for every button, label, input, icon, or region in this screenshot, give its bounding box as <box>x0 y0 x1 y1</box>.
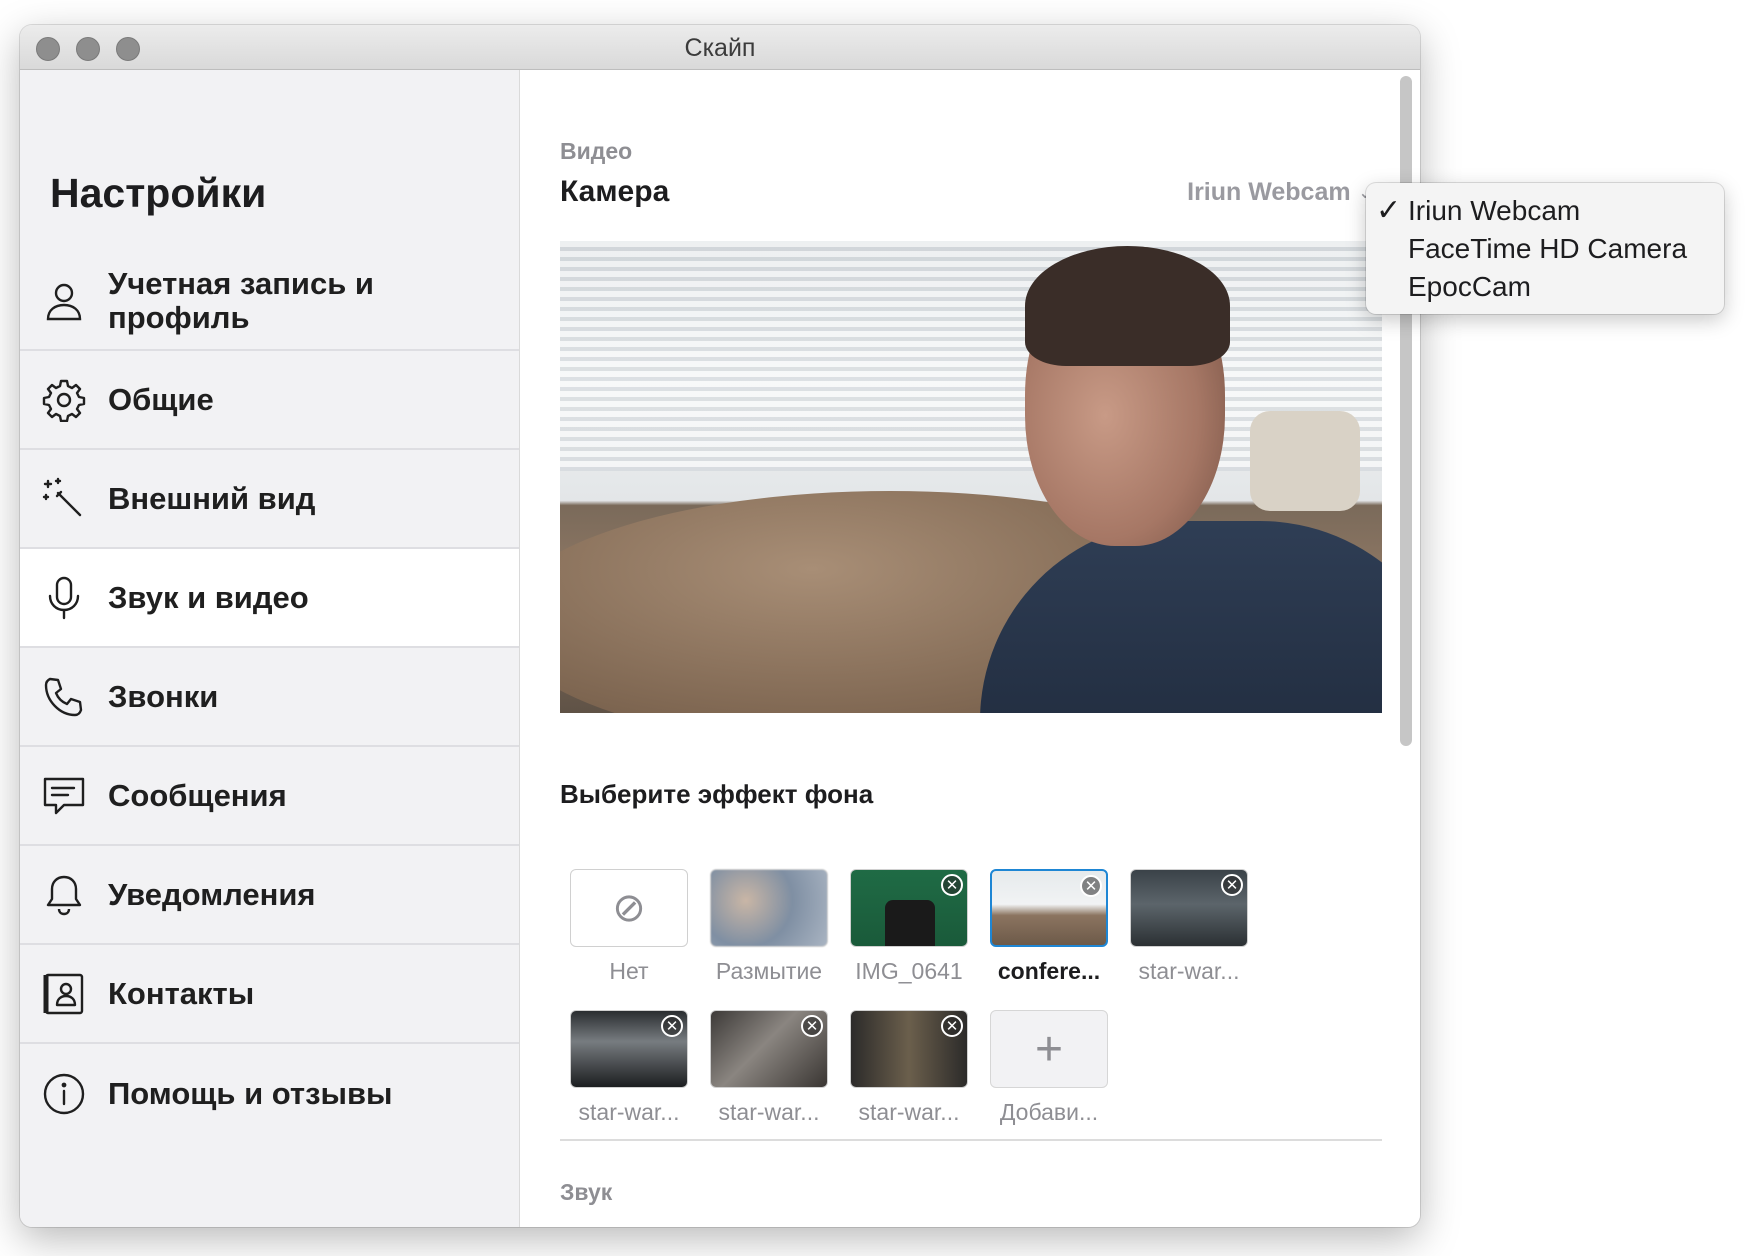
sidebar-item-label: Звук и видео <box>108 579 309 615</box>
preview-person-hair <box>1025 246 1230 366</box>
camera-option[interactable]: FaceTime HD Camera <box>1408 233 1687 265</box>
remove-background-icon[interactable]: ✕ <box>661 1015 683 1037</box>
camera-option[interactable]: EpocCam <box>1408 271 1531 303</box>
remove-background-icon[interactable]: ✕ <box>1221 874 1243 896</box>
background-effect-title: Выберите эффект фона <box>560 779 874 809</box>
background-tile-star-wars-4[interactable]: ✕ <box>850 1010 968 1088</box>
background-tile-star-wars-2[interactable]: ✕ <box>570 1010 688 1088</box>
no-symbol-icon: ⊘ <box>612 886 646 930</box>
sidebar-item-notifications[interactable]: Уведомления <box>20 846 519 945</box>
audio-section-title: Звук <box>560 1179 613 1205</box>
camera-select[interactable]: Iriun Webcam⌄ <box>1120 178 1372 207</box>
background-caption: star-war... <box>718 1099 820 1125</box>
video-section-title: Видео <box>560 138 633 164</box>
background-caption: Нет <box>609 958 649 984</box>
sidebar-item-contacts[interactable]: Контакты <box>20 945 519 1044</box>
plus-icon: + <box>1034 1022 1064 1076</box>
background-tile-none[interactable]: ⊘ <box>570 869 688 947</box>
background-tile-blur[interactable] <box>710 869 828 947</box>
settings-window: Скайп Настройки Учетная запись и профиль <box>20 25 1420 1227</box>
camera-label: Камера <box>560 175 670 208</box>
phone-icon <box>42 675 86 719</box>
camera-preview <box>560 241 1382 713</box>
info-icon <box>42 1072 86 1116</box>
sidebar-item-label: Сообщения <box>108 777 287 813</box>
background-caption: confere... <box>997 958 1101 984</box>
person-icon <box>42 279 86 323</box>
sidebar-item-label: Помощь и отзывы <box>108 1075 393 1111</box>
sidebar-item-general[interactable]: Общие <box>20 351 519 450</box>
microphone-icon <box>42 576 86 620</box>
remove-background-icon[interactable]: ✕ <box>801 1015 823 1037</box>
contacts-icon <box>42 972 86 1016</box>
background-caption: IMG_0641 <box>855 958 963 984</box>
sidebar-item-audio-video[interactable]: Звук и видео <box>20 549 519 648</box>
sidebar-item-label: Внешний вид <box>108 480 316 516</box>
sidebar-title: Настройки <box>50 170 267 216</box>
remove-background-icon[interactable]: ✕ <box>1080 875 1102 897</box>
background-caption: star-war... <box>578 1099 680 1125</box>
camera-select-value: Iriun Webcam <box>1187 178 1351 206</box>
title-bar: Скайп <box>20 25 1420 70</box>
background-tile-star-wars-1[interactable]: ✕ <box>1130 869 1248 947</box>
settings-nav: Учетная запись и профиль Общие Внешний в… <box>20 252 519 1143</box>
remove-background-icon[interactable]: ✕ <box>941 1015 963 1037</box>
settings-content: Видео Камера Iriun Webcam⌄ Выберите эффе… <box>520 70 1420 1227</box>
sidebar-item-messages[interactable]: Сообщения <box>20 747 519 846</box>
sidebar-item-help[interactable]: Помощь и отзывы <box>20 1044 519 1143</box>
scrollbar-thumb[interactable] <box>1400 76 1412 746</box>
gear-icon <box>42 378 86 422</box>
section-divider <box>560 1139 1382 1141</box>
sidebar-item-label: Учетная запись и профиль <box>108 265 374 335</box>
background-caption: Размытие <box>715 958 823 984</box>
sidebar-item-label: Контакты <box>108 975 255 1011</box>
bell-icon <box>42 873 86 917</box>
sidebar-item-calls[interactable]: Звонки <box>20 648 519 747</box>
sidebar-item-label: Уведомления <box>108 876 316 912</box>
background-caption: star-war... <box>858 1099 960 1125</box>
checkmark-icon: ✓ <box>1376 194 1402 227</box>
background-tile-img-0641[interactable]: ✕ <box>850 869 968 947</box>
background-caption: Добави... <box>999 1099 1099 1125</box>
tile-thumbnail-chair <box>885 900 935 946</box>
background-caption: star-war... <box>1138 958 1240 984</box>
background-tile-star-wars-3[interactable]: ✕ <box>710 1010 828 1088</box>
camera-dropdown-menu: ✓ Iriun Webcam FaceTime HD Camera EpocCa… <box>1366 183 1724 314</box>
add-background-button[interactable]: + <box>990 1010 1108 1088</box>
background-tile-conference[interactable]: ✕ <box>990 869 1108 947</box>
sidebar-item-label: Общие <box>108 381 214 417</box>
remove-background-icon[interactable]: ✕ <box>941 874 963 896</box>
window-title: Скайп <box>684 34 756 62</box>
message-icon <box>42 774 86 818</box>
sidebar-item-appearance[interactable]: Внешний вид <box>20 450 519 549</box>
sidebar-item-account[interactable]: Учетная запись и профиль <box>20 252 519 351</box>
preview-chair <box>1250 411 1360 511</box>
magic-wand-icon <box>42 477 86 521</box>
settings-sidebar: Настройки Учетная запись и профиль Общие… <box>20 70 520 1227</box>
camera-option[interactable]: Iriun Webcam <box>1408 195 1580 227</box>
sidebar-item-label: Звонки <box>108 678 219 714</box>
